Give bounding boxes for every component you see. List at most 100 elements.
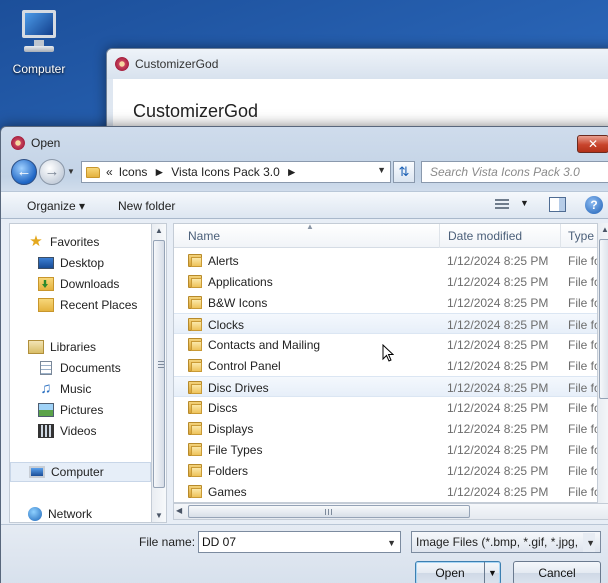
recent-pages-dropdown[interactable]: ▼ [67, 166, 77, 178]
file-name-cell[interactable]: Displays [208, 422, 253, 436]
nav-videos[interactable]: Videos [38, 421, 151, 441]
file-name-cell[interactable]: Folders [208, 464, 248, 478]
help-icon[interactable]: ? [585, 196, 603, 214]
search-input[interactable]: Search Vista Icons Pack 3.0 [421, 161, 608, 183]
nav-computer[interactable]: Computer [10, 462, 151, 482]
forward-button[interactable]: → [39, 159, 65, 185]
file-name-cell[interactable]: Games [208, 485, 247, 499]
dialog-titlebar[interactable]: Open [1, 127, 608, 159]
view-options-dropdown-icon[interactable]: ▼ [520, 198, 529, 208]
folder-icon [188, 359, 202, 372]
file-name-cell[interactable]: Discs [208, 401, 237, 415]
date-modified-cell: 1/12/2024 8:25 PM [447, 485, 549, 499]
file-row[interactable]: B&W Icons 1/12/2024 8:25 PM File fol [174, 292, 608, 313]
file-row[interactable]: Alerts 1/12/2024 8:25 PM File fol [174, 250, 608, 271]
date-modified-cell: 1/12/2024 8:25 PM [447, 318, 549, 332]
app-flower-icon [115, 57, 129, 71]
open-button[interactable]: Open ▼ [415, 561, 501, 583]
address-dropdown-icon[interactable]: ▼ [377, 165, 386, 175]
new-folder-button[interactable]: New folder [118, 199, 175, 213]
column-header-date-modified[interactable]: Date modified [448, 229, 522, 243]
file-list-horizontal-scrollbar[interactable]: ◀ [173, 503, 608, 520]
open-options-dropdown-icon[interactable]: ▼ [484, 562, 500, 583]
nav-music[interactable]: ♫ Music [38, 379, 151, 399]
date-modified-cell: 1/12/2024 8:25 PM [447, 381, 549, 395]
file-name-cell[interactable]: Control Panel [208, 359, 281, 373]
nav-libraries[interactable]: Libraries [28, 337, 151, 357]
file-name-cell[interactable]: B&W Icons [208, 296, 267, 310]
date-modified-cell: 1/12/2024 8:25 PM [447, 422, 549, 436]
file-list-scroll-up-icon[interactable]: ▲ [601, 225, 608, 234]
file-list-vertical-thumb[interactable] [599, 239, 608, 399]
nav-pictures[interactable]: Pictures [38, 400, 151, 420]
folder-icon [86, 166, 100, 178]
nav-network[interactable]: Network [28, 504, 151, 524]
breadcrumb-vista-icons-pack[interactable]: Vista Icons Pack 3.0 [171, 165, 280, 179]
file-type-select[interactable]: Image Files (*.bmp, *.gif, *.jpg, ▼ [411, 531, 601, 553]
change-view-icon[interactable] [495, 199, 509, 211]
address-bar[interactable]: « Icons ► Vista Icons Pack 3.0 ► ▼ [81, 161, 391, 183]
navigation-pane-scrollbar[interactable]: ▲ ▼ [151, 223, 167, 523]
nav-documents[interactable]: Documents [38, 358, 151, 378]
date-modified-cell: 1/12/2024 8:25 PM [447, 359, 549, 373]
scroll-down-arrow-icon[interactable]: ▼ [155, 511, 163, 520]
file-name-cell[interactable]: File Types [208, 443, 262, 457]
preview-pane-icon[interactable] [549, 197, 566, 212]
open-dialog: Open ✕ ← → ▼ « Icons ► Vista Icons Pack … [0, 126, 608, 583]
file-row[interactable]: Clocks 1/12/2024 8:25 PM File fol [174, 313, 608, 334]
nav-favorites[interactable]: ★ Favorites [28, 232, 151, 252]
close-button[interactable]: ✕ [577, 135, 608, 153]
nav-recent-places[interactable]: Recent Places [38, 295, 151, 315]
file-row[interactable]: File Types 1/12/2024 8:25 PM File fol [174, 439, 608, 460]
customizergod-titlebar[interactable]: CustomizerGod [107, 49, 608, 79]
navigation-pane-scroll-thumb[interactable] [153, 240, 165, 488]
nav-desktop[interactable]: Desktop [38, 253, 151, 273]
file-name-cell[interactable]: Alerts [208, 254, 239, 268]
cancel-button[interactable]: Cancel [513, 561, 601, 583]
file-name-value[interactable]: DD 07 [202, 535, 236, 549]
file-type-value[interactable]: Image Files (*.bmp, *.gif, *.jpg, [416, 535, 578, 549]
file-row[interactable]: Displays 1/12/2024 8:25 PM File fol [174, 418, 608, 439]
folder-icon [188, 422, 202, 435]
file-row[interactable]: Games 1/12/2024 8:25 PM File fol [174, 481, 608, 502]
scroll-left-arrow-icon[interactable]: ◀ [176, 506, 182, 515]
file-list-horizontal-thumb[interactable] [188, 505, 470, 518]
breadcrumb-prefix[interactable]: « [106, 165, 113, 179]
file-row[interactable]: Discs 1/12/2024 8:25 PM File fol [174, 397, 608, 418]
column-header-type[interactable]: Type [568, 229, 594, 243]
recent-places-icon [38, 298, 54, 312]
command-toolbar: Organize ▾ New folder ▼ ? [1, 191, 608, 219]
breadcrumb-separator-icon[interactable]: ► [153, 165, 165, 179]
file-name-cell[interactable]: Applications [208, 275, 273, 289]
computer-icon [16, 8, 62, 60]
nav-computer-label: Computer [51, 465, 104, 479]
nav-recent-places-label: Recent Places [60, 298, 138, 312]
open-button-label[interactable]: Open [416, 562, 484, 583]
navigation-bar: ← → ▼ « Icons ► Vista Icons Pack 3.0 ► ▼… [9, 159, 608, 187]
nav-downloads[interactable]: Downloads [38, 274, 151, 294]
file-type-dropdown-icon[interactable]: ▼ [583, 533, 595, 552]
file-name-cell[interactable]: Disc Drives [208, 381, 269, 395]
file-list-vertical-scrollbar[interactable]: ▲ [597, 223, 608, 503]
desktop-computer-shortcut[interactable]: Computer [4, 8, 74, 76]
folder-icon [188, 485, 202, 498]
date-modified-cell: 1/12/2024 8:25 PM [447, 296, 549, 310]
file-name-dropdown-icon[interactable]: ▼ [387, 533, 396, 553]
organize-button[interactable]: Organize ▾ [27, 199, 85, 213]
column-header-name[interactable]: Name [188, 229, 220, 243]
file-row[interactable]: Disc Drives 1/12/2024 8:25 PM File fol [174, 376, 608, 397]
file-name-input[interactable]: DD 07 ▼ [198, 531, 401, 553]
breadcrumb-separator-icon[interactable]: ► [286, 165, 298, 179]
file-row[interactable]: Applications 1/12/2024 8:25 PM File fol [174, 271, 608, 292]
back-button[interactable]: ← [11, 159, 37, 185]
file-name-cell[interactable]: Clocks [208, 318, 244, 332]
file-name-cell[interactable]: Contacts and Mailing [208, 338, 320, 352]
refresh-button[interactable]: ⇅ [393, 161, 415, 183]
dialog-title: Open [31, 136, 61, 150]
file-name-label: File name: [139, 535, 196, 549]
file-row[interactable]: Folders 1/12/2024 8:25 PM File fol [174, 460, 608, 481]
breadcrumb-icons[interactable]: Icons [119, 165, 148, 179]
network-globe-icon [28, 507, 42, 521]
date-modified-cell: 1/12/2024 8:25 PM [447, 401, 549, 415]
scroll-up-arrow-icon[interactable]: ▲ [155, 226, 163, 235]
